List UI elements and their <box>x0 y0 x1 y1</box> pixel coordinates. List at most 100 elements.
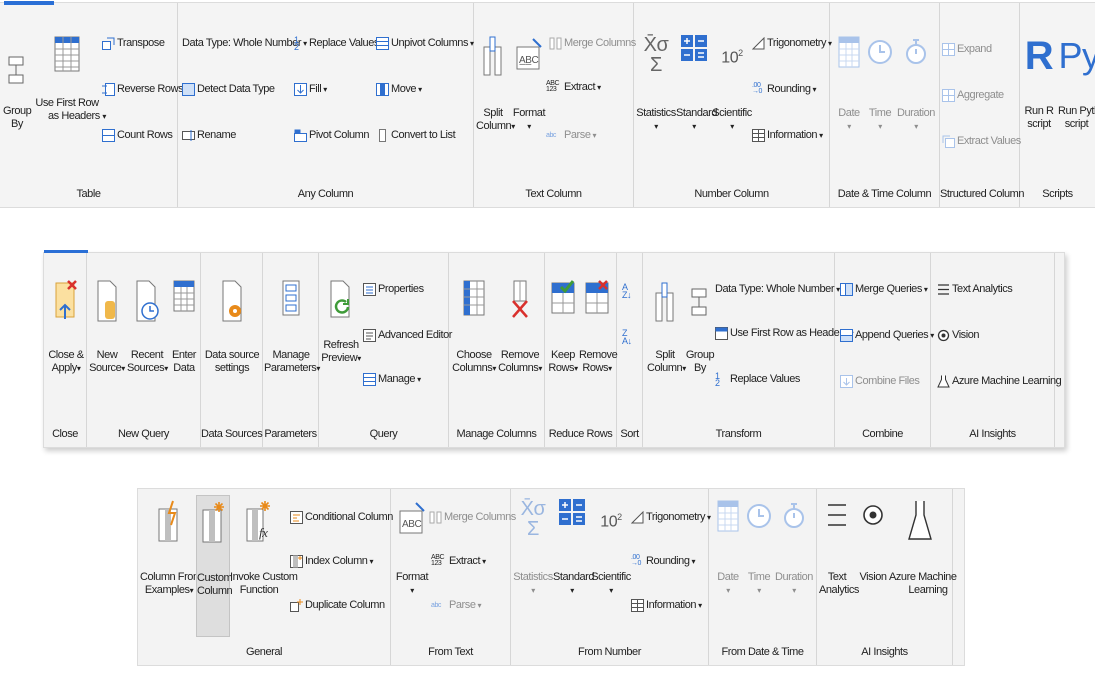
vision-button[interactable]: Vision <box>857 499 889 584</box>
information-button[interactable]: Information ▾ <box>631 599 702 612</box>
dropdown-arrow-icon: ▾ <box>609 586 613 595</box>
enter-data-label-2: Data <box>173 362 195 374</box>
statistics-button[interactable]: X̄σ Σ Statistics ▾ <box>513 499 553 597</box>
duration-button[interactable]: Duration ▾ <box>773 499 815 597</box>
date-button[interactable]: Date ▾ <box>715 499 741 597</box>
merge-columns-button[interactable]: Merge Columns <box>429 511 516 524</box>
parse-button[interactable]: abc Parse ▾ <box>546 129 596 142</box>
choose-columns-button[interactable]: Choose Columns▾ <box>451 279 497 375</box>
merge-queries-icon <box>840 283 853 296</box>
trigonometry-button[interactable]: Trigonometry ▾ <box>752 37 832 50</box>
format-abc-icon: ABC <box>398 499 426 545</box>
group-label-ai-insights: AI Insights <box>861 646 908 658</box>
detect-data-type-button[interactable]: Detect Data Type <box>182 83 275 96</box>
conditional-column-button[interactable]: Conditional Column <box>290 511 393 524</box>
manage-button[interactable]: Manage ▾ <box>363 373 421 386</box>
remove-columns-button[interactable]: Remove Columns▾ <box>497 279 543 375</box>
transpose-button[interactable]: Transpose <box>102 37 165 50</box>
azure-ml-button[interactable]: Azure Machine Learning <box>889 499 957 597</box>
enter-data-button[interactable]: Enter Data <box>171 279 197 375</box>
rename-button[interactable]: Rename <box>182 129 236 142</box>
sort-ascending-button[interactable]: A Z↓ <box>622 283 636 300</box>
manage-icon <box>363 373 376 386</box>
close-apply-button[interactable]: Close & Apply▾ <box>46 279 86 375</box>
split-column-button[interactable]: Split Column▾ <box>647 279 686 375</box>
format-button[interactable]: ABC Format ▾ <box>395 499 429 597</box>
sort-descending-button[interactable]: Z A↓ <box>622 329 636 346</box>
properties-button[interactable]: Properties <box>363 283 424 296</box>
count-rows-button[interactable]: Count Rows <box>102 129 173 142</box>
date-button[interactable]: Date ▾ <box>836 35 862 133</box>
scientific-button[interactable]: 102 Scientific ▾ <box>712 35 752 133</box>
expand-button[interactable]: Expand <box>942 43 992 56</box>
run-r-script-button[interactable]: R Run R script <box>1021 33 1057 131</box>
pivot-column-button[interactable]: Pivot Column <box>294 129 369 142</box>
column-from-examples-label-2: Examples <box>144 584 190 596</box>
custom-column-button[interactable]: Custom Column <box>196 495 233 637</box>
invoke-custom-function-button[interactable]: fx Invoke Custom Function <box>230 499 298 597</box>
parse-button[interactable]: abc Parse ▾ <box>431 599 481 612</box>
group-label-any-column: Any Column <box>297 188 354 200</box>
extract-values-button[interactable]: Extract Values <box>942 135 1021 148</box>
group-by-button[interactable]: Group By <box>3 51 32 131</box>
list-icon <box>376 129 389 142</box>
append-queries-button[interactable]: Append Queries ▾ <box>840 329 934 342</box>
rounding-button[interactable]: .00 →0 Rounding ▾ <box>752 82 816 96</box>
keep-rows-button[interactable]: Keep Rows▾ <box>547 279 579 375</box>
column-from-examples-button[interactable]: Column From Examples▾ <box>140 499 202 597</box>
remove-rows-button[interactable]: Remove Rows▾ <box>579 279 618 375</box>
scientific-button[interactable]: 102 Scientific ▾ <box>591 499 631 597</box>
use-first-row-button[interactable]: Use First Row as Headers▾ <box>715 327 854 340</box>
duplicate-column-icon <box>290 599 303 612</box>
time-button[interactable]: Time ▾ <box>745 499 773 597</box>
standard-button[interactable]: Standard ▾ <box>676 35 717 133</box>
replace-values-button[interactable]: 12Replace Values▾ <box>294 35 385 52</box>
split-label: Split <box>655 349 675 361</box>
statistics-button[interactable]: X̄σ Σ Statistics ▾ <box>636 35 676 133</box>
custom-column-label: Custom <box>197 572 233 584</box>
new-source-button[interactable]: New Source▾ <box>89 279 125 375</box>
extract-button[interactable]: ABC 123 Extract ▾ <box>546 80 601 94</box>
recent-sources-button[interactable]: Recent Sources▾ <box>127 279 168 375</box>
merge-columns-button[interactable]: Merge Columns <box>549 37 636 50</box>
data-type-dropdown[interactable]: Data Type: Whole Number ▾ <box>715 283 840 296</box>
duration-button[interactable]: Duration ▾ <box>896 35 936 133</box>
dropdown-arrow-icon: ▾ <box>730 122 734 131</box>
format-button[interactable]: A̲B̲C Format ▾ <box>512 35 546 133</box>
reverse-rows-button[interactable]: Reverse Rows <box>102 83 184 96</box>
trigonometry-button[interactable]: Trigonometry ▾ <box>631 511 711 524</box>
combine-files-button[interactable]: Combine Files <box>840 375 920 388</box>
vision-button[interactable]: Vision <box>937 329 980 342</box>
aggregate-button[interactable]: Aggregate <box>942 89 1004 102</box>
extract-button[interactable]: ABC 123 Extract ▾ <box>431 554 486 568</box>
merge-queries-button[interactable]: Merge Queries ▾ <box>840 283 928 296</box>
group-by-button[interactable]: Group By <box>685 279 715 375</box>
run-python-script-button[interactable]: Py Run Python script <box>1058 33 1095 131</box>
azure-ml-button[interactable]: Azure Machine Learning <box>937 375 1062 388</box>
standard-button[interactable]: Standard ▾ <box>553 499 594 597</box>
split-column-button[interactable]: Split Column▾ <box>476 35 515 133</box>
text-analytics-button[interactable]: Text Analytics <box>937 283 1013 296</box>
information-button[interactable]: Information ▾ <box>752 129 823 142</box>
data-type-dropdown[interactable]: Data Type: Whole Number ▾ <box>182 37 307 50</box>
data-source-settings-button[interactable]: Data source settings <box>203 279 261 375</box>
unpivot-columns-button[interactable]: Unpivot Columns ▾ <box>376 37 474 50</box>
rounding-button[interactable]: .00 →0 Rounding ▾ <box>631 554 695 568</box>
advanced-editor-button[interactable]: Advanced Editor <box>363 329 452 342</box>
time-button[interactable]: Time ▾ <box>866 35 894 133</box>
replace-values-icon: 12 <box>294 35 299 52</box>
unpivot-icon <box>376 37 389 50</box>
index-column-button[interactable]: Index Column ▾ <box>290 555 373 568</box>
fill-button[interactable]: Fill ▾ <box>294 83 327 96</box>
refresh-preview-button[interactable]: Refresh Preview▾ <box>321 279 361 365</box>
text-analytics-button[interactable]: Text Analytics <box>819 499 859 597</box>
use-first-row-button[interactable]: Use First Row as Headers ▾ <box>34 36 106 123</box>
replace-values-button[interactable]: 1 2 Replace Values <box>715 372 800 388</box>
manage-parameters-button[interactable]: Manage Parameters▾ <box>264 279 320 375</box>
convert-to-list-button[interactable]: Convert to List <box>376 129 456 142</box>
remove-columns-icon <box>509 279 531 323</box>
duplicate-column-button[interactable]: Duplicate Column <box>290 599 385 612</box>
move-button[interactable]: Move ▾ <box>376 83 422 96</box>
table-headers-icon <box>54 36 80 72</box>
r-logo-icon: R <box>1024 34 1054 78</box>
